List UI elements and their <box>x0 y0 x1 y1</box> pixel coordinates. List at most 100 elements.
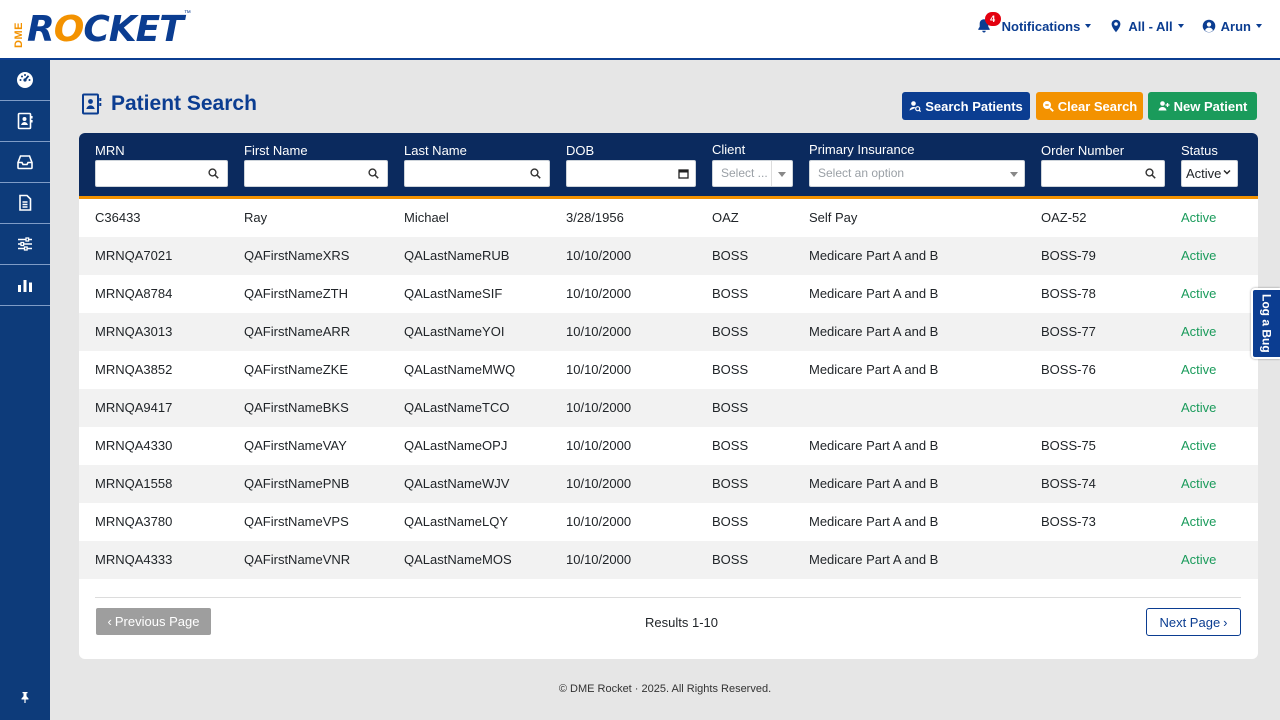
first-name-cell: Ray <box>244 210 268 225</box>
order-number-cell: BOSS-77 <box>1041 324 1096 339</box>
mrn-search-input[interactable] <box>95 160 228 187</box>
document-icon <box>19 194 32 211</box>
table-row[interactable]: MRNQA7021 QAFirstNameXRS QALastNameRUB 10/1… <box>79 237 1258 275</box>
status-cell: Active <box>1181 552 1217 567</box>
order-number-cell: BOSS-76 <box>1041 362 1096 377</box>
insurance-cell: Self Pay <box>809 210 858 225</box>
primary-insurance-select[interactable]: Select an option <box>809 160 1025 187</box>
last-name-search-input[interactable] <box>404 160 550 187</box>
chevron-left-icon: ‹ <box>107 614 112 629</box>
new-patient-button[interactable]: New Patient <box>1148 92 1257 120</box>
client-cell: BOSS <box>712 476 749 491</box>
location-label: All - All <box>1128 18 1173 34</box>
status-cell: Active <box>1181 438 1217 453</box>
patient-results-card: MRN First Name Last Name DOB Client Sele… <box>79 133 1258 659</box>
client-cell: BOSS <box>712 400 749 415</box>
clear-search-label: Clear Search <box>1057 98 1138 114</box>
dob-cell: 10/10/2000 <box>566 476 632 491</box>
first-name-cell: QAFirstNameVAY <box>244 438 347 453</box>
client-cell: BOSS <box>712 362 749 377</box>
sidebar <box>0 60 50 720</box>
sidebar-item-inbox[interactable] <box>0 142 50 183</box>
order-number-cell: OAZ-52 <box>1041 210 1087 225</box>
first-name-cell: QAFirstNameZKE <box>244 362 349 377</box>
mrn-cell: MRNQA4330 <box>95 438 173 453</box>
table-row[interactable]: C36433 Ray Michael 3/28/1956 OAZ Self Pay OAZ-… <box>79 199 1258 237</box>
sidebar-item-documents[interactable] <box>0 183 50 224</box>
search-patients-button[interactable]: Search Patients <box>902 92 1030 120</box>
first-name-cell: QAFirstNameZTH <box>244 286 348 301</box>
sidebar-item-settings[interactable] <box>0 224 50 265</box>
logo-wordmark: ROCKET <box>27 9 184 50</box>
client-cell: BOSS <box>712 552 749 567</box>
notifications-label: Notifications <box>1001 18 1081 34</box>
client-cell: BOSS <box>712 514 749 529</box>
notifications-dropdown[interactable]: 4 Notifications <box>976 12 1092 34</box>
status-cell: Active <box>1181 210 1217 225</box>
dob-cell: 10/10/2000 <box>566 248 632 263</box>
insurance-cell: Medicare Part A and B <box>809 476 939 491</box>
filter-header: MRN First Name Last Name DOB Client Sele… <box>79 133 1258 199</box>
user-menu-dropdown[interactable]: Arun <box>1202 19 1262 34</box>
client-cell: BOSS <box>712 286 749 301</box>
chevron-down-icon <box>1085 24 1092 28</box>
table-row[interactable]: MRNQA4333 QAFirstNameVNR QALastNameMOS 10/1… <box>79 541 1258 579</box>
sidebar-pin[interactable] <box>0 690 50 708</box>
next-page-label: Next Page <box>1159 614 1221 630</box>
status-cell: Active <box>1181 514 1217 529</box>
mrn-cell: MRNQA3780 <box>95 514 173 529</box>
nav-right: 4 Notifications All - All Arun <box>976 0 1280 52</box>
table-row[interactable]: MRNQA4330 QAFirstNameVAY QALastNameOPJ 10/1… <box>79 427 1258 465</box>
location-dropdown[interactable]: All - All <box>1109 18 1184 34</box>
pagination-divider <box>95 597 1241 598</box>
order-number-cell: BOSS-73 <box>1041 514 1096 529</box>
client-cell: BOSS <box>712 324 749 339</box>
patient-card-icon <box>17 112 33 130</box>
chevron-down-icon <box>1177 24 1184 28</box>
next-page-button[interactable]: Next Page › <box>1146 608 1241 636</box>
table-row[interactable]: MRNQA8784 QAFirstNameZTH QALastNameSIF 10/1… <box>79 275 1258 313</box>
log-a-bug-tab[interactable]: Log a Bug <box>1251 288 1280 359</box>
first-name-search-input[interactable] <box>244 160 388 187</box>
sidebar-item-dashboard[interactable] <box>0 60 50 101</box>
table-row[interactable]: MRNQA3852 QAFirstNameZKE QALastNameMWQ 10/1… <box>79 351 1258 389</box>
dob-cell: 10/10/2000 <box>566 324 632 339</box>
sidebar-item-reports[interactable] <box>0 265 50 306</box>
client-cell: BOSS <box>712 248 749 263</box>
clear-search-button[interactable]: Clear Search <box>1036 92 1143 120</box>
last-name-cell: QALastNameYOI <box>404 324 505 339</box>
mrn-cell: MRNQA3013 <box>95 324 173 339</box>
mrn-cell: C36433 <box>95 210 141 225</box>
search-icon <box>1145 168 1156 179</box>
pin-icon <box>21 692 29 703</box>
bell-icon: 4 <box>976 12 1001 34</box>
order-number-search-input[interactable] <box>1041 160 1165 187</box>
order-number-cell: BOSS-74 <box>1041 476 1096 491</box>
order-number-label: Order Number <box>1041 143 1125 158</box>
dob-date-input[interactable] <box>566 160 696 187</box>
status-cell: Active <box>1181 400 1217 415</box>
dme-rocket-logo[interactable]: DME ROCKET ™ <box>13 9 191 50</box>
client-select-placeholder: Select ... <box>721 166 768 180</box>
insurance-cell: Medicare Part A and B <box>809 248 939 263</box>
previous-page-button[interactable]: ‹ Previous Page <box>96 608 211 635</box>
table-row[interactable]: MRNQA3013 QAFirstNameARR QALastNameYOI 10/1… <box>79 313 1258 351</box>
mrn-cell: MRNQA7021 <box>95 248 173 263</box>
search-icon <box>368 168 379 179</box>
table-row[interactable]: MRNQA3780 QAFirstNameVPS QALastNameLQY 10/1… <box>79 503 1258 541</box>
mrn-cell: MRNQA1558 <box>95 476 173 491</box>
status-select[interactable]: Active <box>1181 160 1238 187</box>
sidebar-item-patients[interactable] <box>0 101 50 142</box>
status-cell: Active <box>1181 476 1217 491</box>
order-number-cell: BOSS-79 <box>1041 248 1096 263</box>
top-navbar: DME ROCKET ™ 4 Notifications All - All A… <box>0 0 1280 60</box>
chevron-right-icon: › <box>1223 614 1228 630</box>
dob-cell: 10/10/2000 <box>566 438 632 453</box>
last-name-cell: QALastNameMWQ <box>404 362 516 377</box>
table-row[interactable]: MRNQA9417 QAFirstNameBKS QALastNameTCO 10/1… <box>79 389 1258 427</box>
insurance-cell: Medicare Part A and B <box>809 286 939 301</box>
client-select[interactable]: Select ... <box>712 160 793 187</box>
table-row[interactable]: MRNQA1558 QAFirstNamePNB QALastNameWJV 10/1… <box>79 465 1258 503</box>
insurance-cell: Medicare Part A and B <box>809 362 939 377</box>
last-name-cell: QALastNameTCO <box>404 400 510 415</box>
